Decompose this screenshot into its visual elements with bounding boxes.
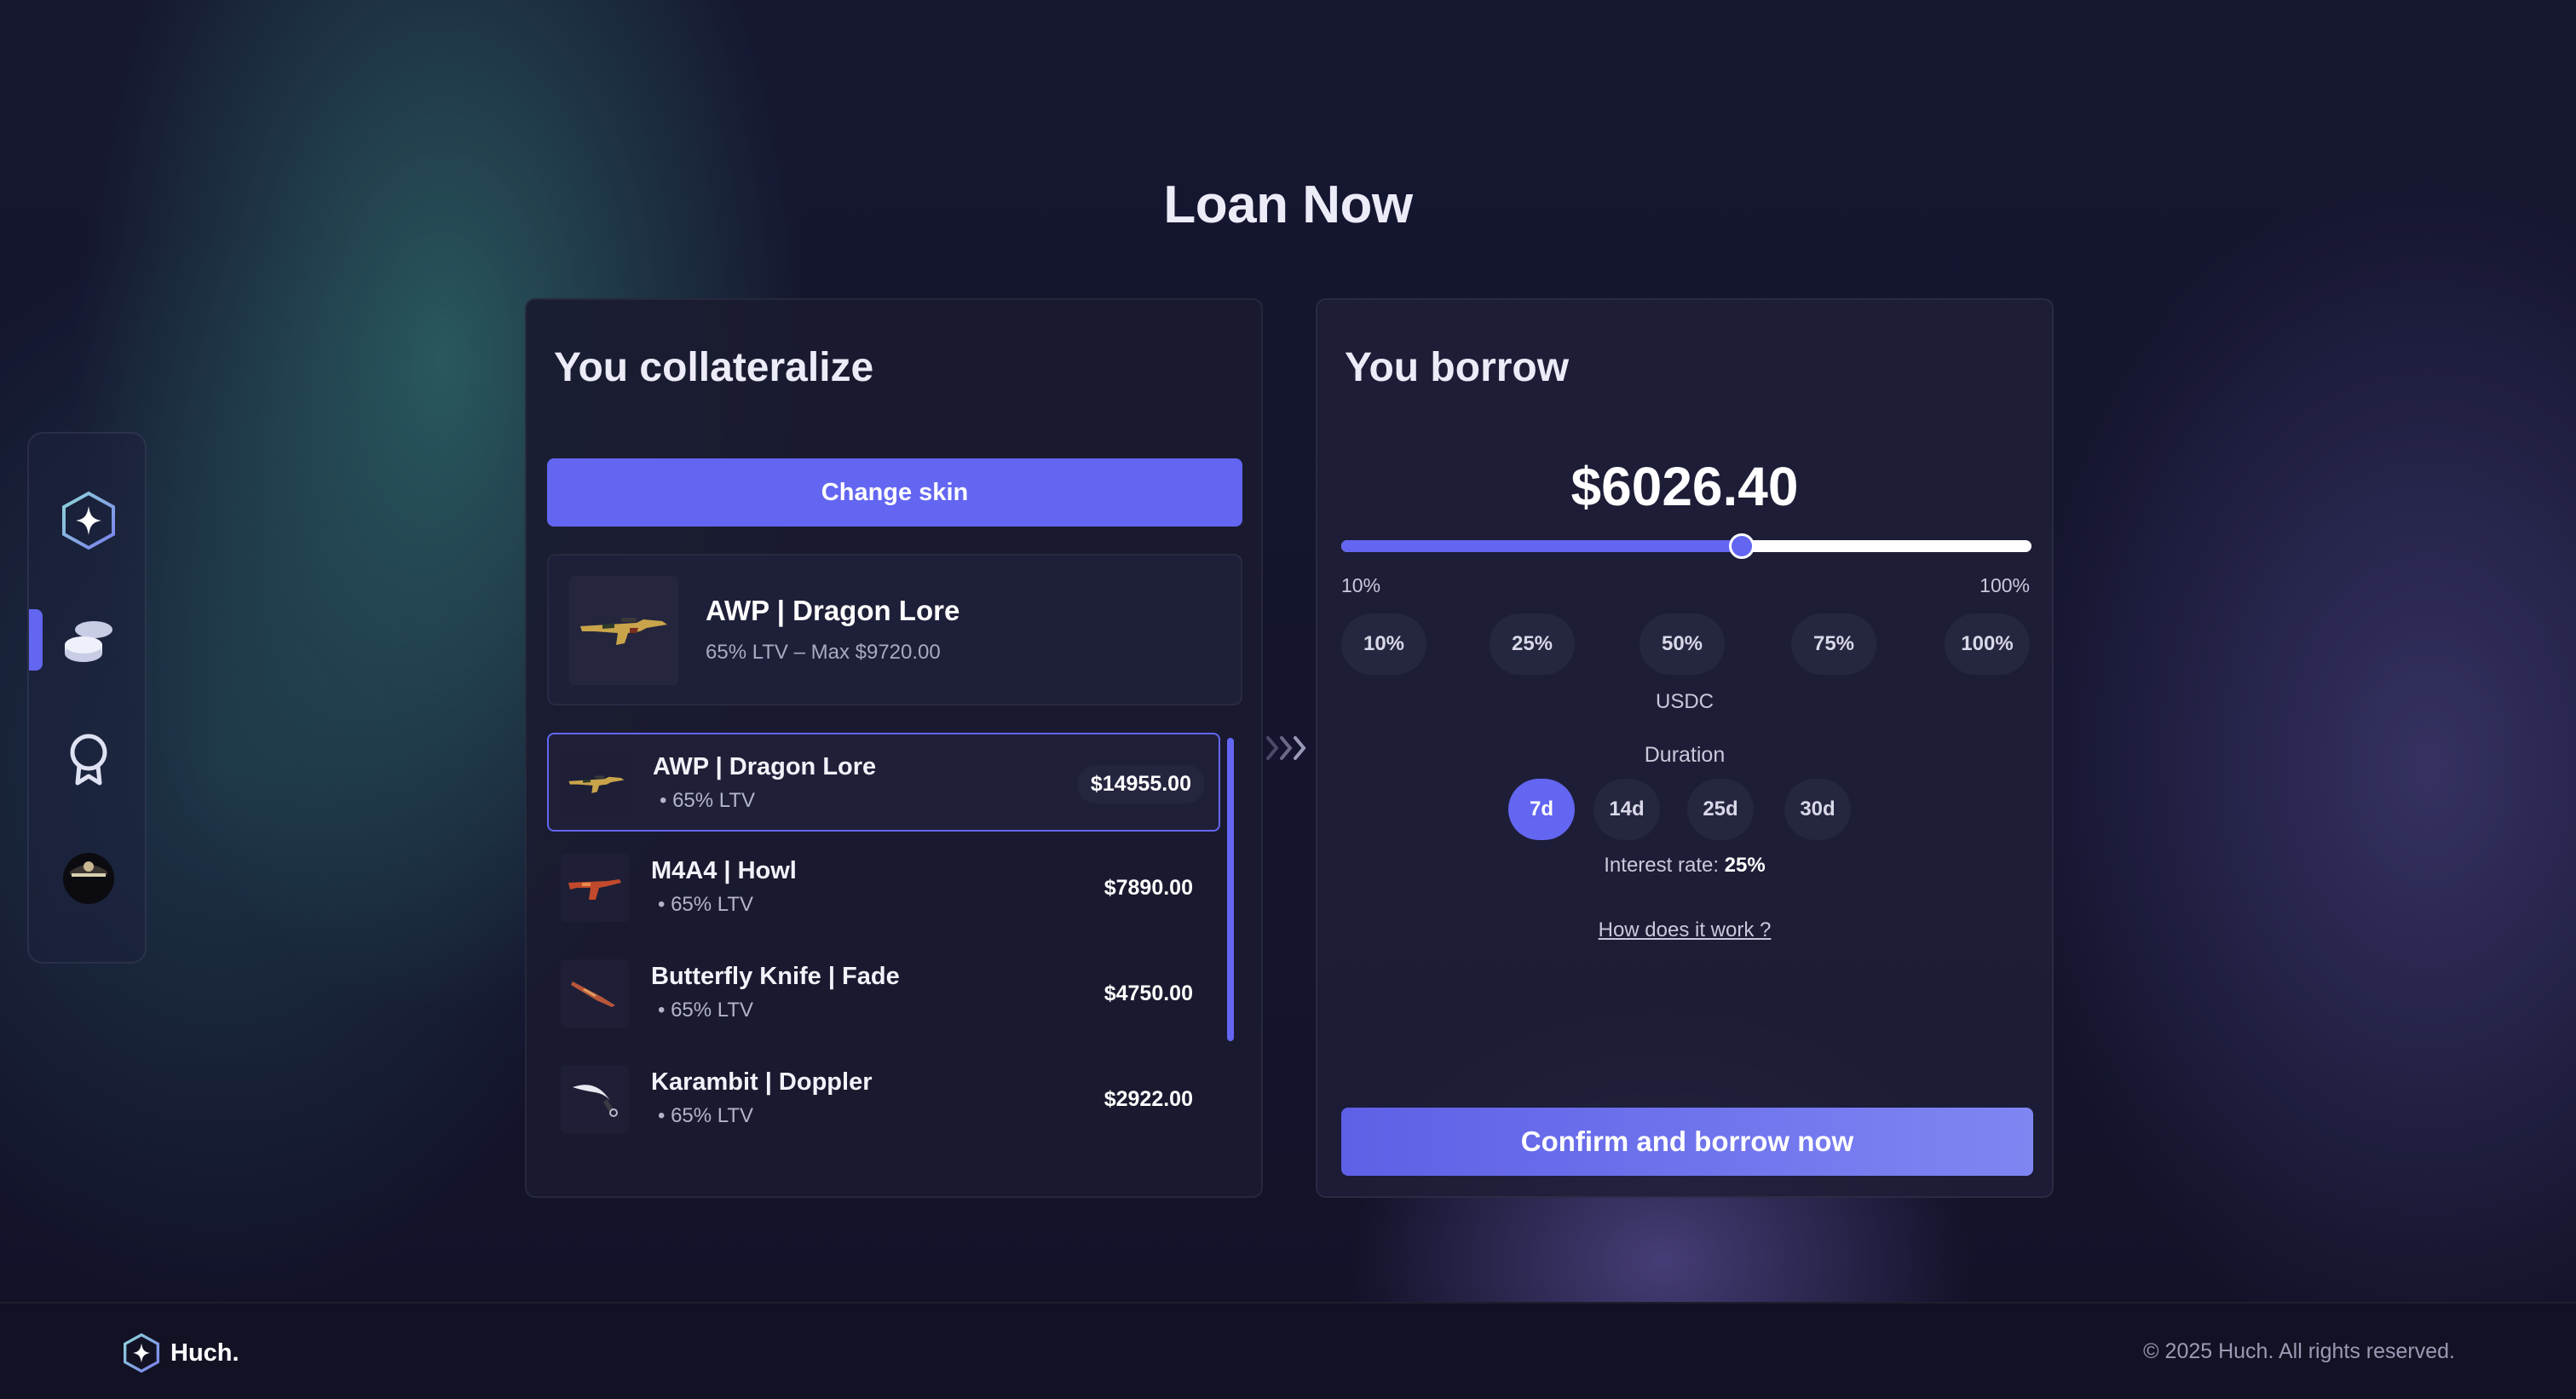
skin-thumbnail <box>562 750 631 818</box>
award-icon <box>70 734 107 786</box>
sidebar-item-home[interactable] <box>29 478 148 563</box>
duration-label: Duration <box>1644 743 1726 767</box>
percent-option-10[interactable]: 10% <box>1341 613 1426 675</box>
copyright-text: © 2025 Huch. All rights reserved. <box>2143 1339 2455 1363</box>
knife-image <box>571 982 615 1007</box>
footer-brand[interactable]: Huch. <box>123 1333 239 1373</box>
skin-thumbnail <box>561 854 629 922</box>
skin-name: AWP | Dragon Lore <box>653 753 877 780</box>
ltv-slider[interactable] <box>1341 533 2031 559</box>
skin-ltv: • 65% LTV <box>658 999 754 1022</box>
interest-rate: Interest rate: 25% <box>1317 854 2052 878</box>
skin-thumbnail <box>561 1065 629 1133</box>
rifle-image <box>580 618 667 645</box>
percent-option-25[interactable]: 25% <box>1490 613 1575 675</box>
skin-ltv: • 65% LTV <box>658 1104 754 1127</box>
currency-label: USDC <box>1655 690 1714 713</box>
selected-skin-name: AWP | Dragon Lore <box>706 595 960 626</box>
brand-name: Huch. <box>170 1339 239 1367</box>
skin-thumbnail <box>561 959 629 1028</box>
slider-knob[interactable] <box>1728 533 1755 559</box>
skin-list-item[interactable]: Karambit | Doppler • 65% LTV $2922.00 <box>547 1050 1220 1149</box>
sidebar-item-profile[interactable] <box>29 836 148 921</box>
skin-price: $7890.00 <box>1104 876 1193 900</box>
skin-list: AWP | Dragon Lore • 65% LTV $14955.00 M4… <box>547 733 1220 1181</box>
sidebar-item-loans[interactable] <box>29 597 148 682</box>
footer: Huch. © 2025 Huch. All rights reserved. <box>0 1302 2576 1399</box>
skin-ltv: • 65% LTV <box>660 789 756 812</box>
interest-value: 25% <box>1724 854 1766 877</box>
skin-price: $4750.00 <box>1104 982 1193 1005</box>
confirm-borrow-button[interactable]: Confirm and borrow now <box>1341 1108 2033 1176</box>
slider-fill <box>1341 540 1742 552</box>
borrow-title: You borrow <box>1345 345 1570 390</box>
collateral-panel: You collateralize Change skin AWP | Drag… <box>525 298 1263 1198</box>
percent-option-100[interactable]: 100% <box>1945 613 2030 675</box>
skin-name: Butterfly Knife | Fade <box>651 963 900 990</box>
borrow-amount: $6026.40 <box>1570 456 1799 517</box>
duration-option-7d[interactable]: 7d <box>1508 779 1575 840</box>
collateral-title: You collateralize <box>554 345 874 390</box>
karambit-image <box>573 1085 618 1117</box>
percent-option-75[interactable]: 75% <box>1791 613 1876 675</box>
percent-option-50[interactable]: 50% <box>1640 613 1725 675</box>
skin-name: M4A4 | Howl <box>651 857 797 884</box>
chevrons-right-icon <box>1266 736 1306 760</box>
duration-option-14d[interactable]: 14d <box>1593 779 1660 840</box>
skin-list-item[interactable]: AWP | Dragon Lore • 65% LTV $14955.00 <box>547 733 1220 832</box>
skin-price: $2922.00 <box>1104 1087 1193 1111</box>
skin-name: Karambit | Doppler <box>651 1068 873 1096</box>
avatar <box>63 853 114 904</box>
slider-min-label: 10% <box>1341 574 1381 596</box>
hex-star-icon <box>62 491 115 550</box>
rifle-image <box>568 879 621 900</box>
borrow-panel: You borrow $6026.40 10% 100% 10% 25% 50%… <box>1316 298 2054 1198</box>
slider-max-label: 100% <box>1980 574 2030 596</box>
selected-skin-card: AWP | Dragon Lore 65% LTV – Max $9720.00 <box>547 554 1242 705</box>
duration-option-25d[interactable]: 25d <box>1687 779 1754 840</box>
how-it-works-link[interactable]: How does it work ? <box>1317 918 2052 942</box>
skin-list-item[interactable]: Butterfly Knife | Fade • 65% LTV $4750.0… <box>547 944 1220 1043</box>
hex-star-icon <box>124 1333 159 1373</box>
skin-list-item[interactable]: M4A4 | Howl • 65% LTV $7890.00 <box>547 838 1220 937</box>
change-skin-button[interactable]: Change skin <box>547 458 1242 527</box>
skin-price: $14955.00 <box>1076 765 1205 803</box>
coins-icon <box>65 621 112 662</box>
duration-option-30d[interactable]: 30d <box>1784 779 1851 840</box>
selected-skin-ltv: 65% LTV – Max $9720.00 <box>706 641 941 664</box>
sidebar <box>27 432 147 964</box>
selected-skin-thumbnail <box>569 576 678 685</box>
page-title: Loan Now <box>1163 176 1413 234</box>
rifle-image <box>568 775 625 793</box>
skin-ltv: • 65% LTV <box>658 893 754 916</box>
sidebar-item-rewards[interactable] <box>29 717 148 802</box>
interest-label: Interest rate: <box>1604 854 1719 877</box>
list-scrollbar[interactable] <box>1227 738 1234 1041</box>
